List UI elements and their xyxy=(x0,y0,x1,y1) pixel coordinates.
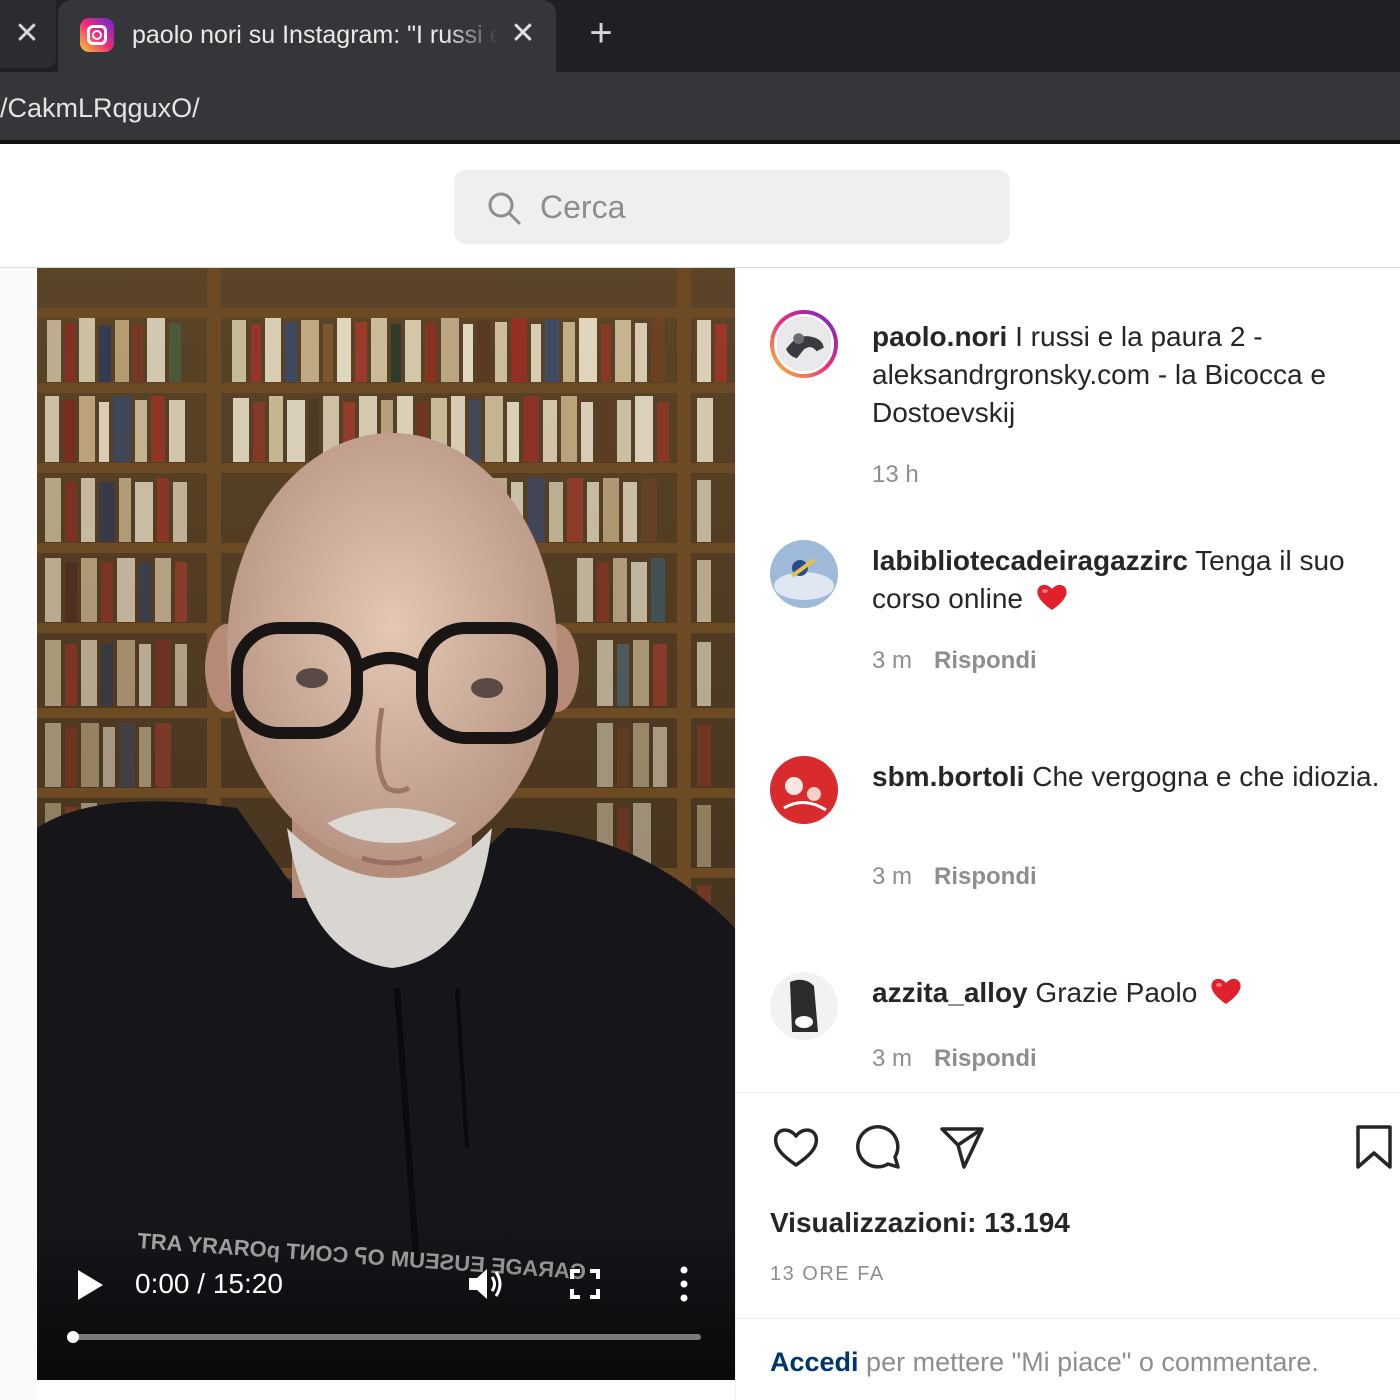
login-prompt-suffix: per mettere "Mi piace" o commentare. xyxy=(858,1347,1319,1377)
search-input[interactable] xyxy=(540,182,980,232)
avatar[interactable] xyxy=(770,310,838,378)
comment-time: 3 m xyxy=(872,647,913,674)
comment-username[interactable]: labibliotecadeiragazzirc xyxy=(872,545,1188,576)
comment-body: Grazie Paolo xyxy=(1035,977,1198,1008)
comment-meta: 3 m Rispondi xyxy=(872,1042,1037,1076)
comment-meta: 3 m Rispondi xyxy=(872,860,1037,894)
play-icon[interactable] xyxy=(75,1268,105,1302)
reply-button[interactable]: Rispondi xyxy=(934,647,1037,674)
tab-title: paolo nori su Instagram: "I russi e la p… xyxy=(132,21,498,49)
bookmark-icon[interactable] xyxy=(1348,1121,1400,1173)
search-icon xyxy=(488,192,521,225)
close-tab-icon[interactable]: ✕ xyxy=(506,16,540,52)
post-timestamp[interactable]: 13 ORE FA xyxy=(770,1259,885,1289)
red-heart-emoji-icon xyxy=(1211,978,1241,1004)
comment-username[interactable]: sbm.bortoli xyxy=(872,761,1024,792)
search-box[interactable] xyxy=(454,170,1010,244)
comment-time: 3 m xyxy=(872,1045,913,1072)
url-text[interactable]: /CakmLRqguxO/ xyxy=(0,88,200,128)
fullscreen-icon[interactable] xyxy=(569,1268,601,1300)
close-tab-icon[interactable]: ✕ xyxy=(12,16,42,52)
comment-text: labibliotecadeiragazzirc Tenga il suo co… xyxy=(872,542,1384,618)
new-tab-button[interactable]: + xyxy=(582,12,620,54)
caption-time: 13 h xyxy=(872,458,919,492)
comment-icon[interactable] xyxy=(852,1121,904,1173)
login-prompt-text: Accedi per mettere "Mi piace" o commenta… xyxy=(770,1343,1319,1381)
page-gutter xyxy=(0,268,37,1400)
post-side-panel: paolo.nori I russi e la paura 2 - aleksa… xyxy=(735,268,1400,1400)
avatar[interactable] xyxy=(770,972,838,1040)
caption-timestamp[interactable]: 13 h xyxy=(872,461,919,488)
comment-text: sbm.bortoli Che vergogna e che idiozia. xyxy=(872,758,1384,796)
video-player[interactable]: TRA YRAROq TИOƆ ᕋO MUƎƧUƎ ƎGAЯAƆ 0:00 / … xyxy=(37,268,735,1380)
post-actions: Visualizzazioni: 13.194 13 ORE FA xyxy=(736,1092,1400,1318)
comment-time: 3 m xyxy=(872,863,913,890)
avatar[interactable] xyxy=(770,756,838,824)
login-link[interactable]: Accedi xyxy=(770,1347,859,1377)
red-heart-emoji-icon xyxy=(1037,584,1067,610)
more-options-icon[interactable] xyxy=(673,1264,695,1304)
video-progress-bar[interactable] xyxy=(67,1331,701,1343)
login-prompt: Accedi per mettere "Mi piace" o commenta… xyxy=(736,1318,1400,1400)
video-progress-handle[interactable] xyxy=(67,1331,79,1343)
caption-text: paolo.nori I russi e la paura 2 - aleksa… xyxy=(872,318,1384,432)
comment-text: azzita_alloy Grazie Paolo xyxy=(872,974,1384,1012)
caption-username[interactable]: paolo.nori xyxy=(872,321,1007,352)
video-controls: 0:00 / 15:20 xyxy=(37,1228,735,1380)
address-bar[interactable]: /CakmLRqguxO/ xyxy=(0,72,1400,144)
comment-meta: 3 m Rispondi xyxy=(872,644,1037,678)
heart-icon[interactable] xyxy=(770,1121,822,1173)
instagram-favicon-icon xyxy=(80,18,114,52)
avatar-image xyxy=(774,314,834,374)
active-tab[interactable]: paolo nori su Instagram: "I russi e la p… xyxy=(58,0,556,72)
previous-tab[interactable]: ✕ xyxy=(0,0,56,68)
send-icon[interactable] xyxy=(936,1121,988,1173)
view-count: Visualizzazioni: 13.194 xyxy=(770,1207,1070,1238)
instagram-header xyxy=(0,144,1400,268)
comment-username[interactable]: azzita_alloy xyxy=(872,977,1028,1008)
video-frame: TRA YRAROq TИOƆ ᕋO MUƎƧUƎ ƎGAЯAƆ xyxy=(37,268,735,1380)
comments-list[interactable]: paolo.nori I russi e la paura 2 - aleksa… xyxy=(736,268,1400,1092)
avatar[interactable] xyxy=(770,540,838,608)
reply-button[interactable]: Rispondi xyxy=(934,863,1037,890)
video-time: 0:00 / 15:20 xyxy=(135,1268,283,1299)
volume-icon[interactable] xyxy=(467,1266,507,1302)
reply-button[interactable]: Rispondi xyxy=(934,1045,1037,1072)
browser-tab-bar: ✕ paolo nori su Instagram: "I russi e la… xyxy=(0,0,1400,72)
comment-body: Che vergogna e che idiozia. xyxy=(1032,761,1380,792)
